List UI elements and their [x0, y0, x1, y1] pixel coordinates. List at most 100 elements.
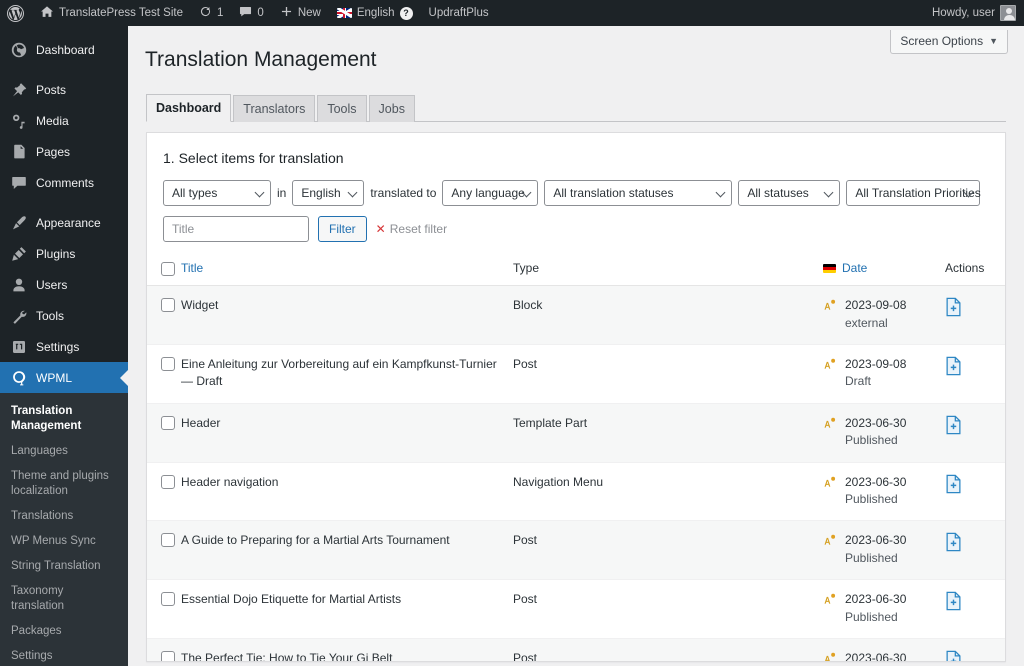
title-search-input[interactable]: Title	[163, 216, 309, 243]
updates-menu[interactable]: 1	[191, 0, 231, 26]
submenu-item-settings[interactable]: Settings	[0, 644, 128, 666]
status-select[interactable]: All statuses	[738, 180, 841, 207]
table-header: Title Type Date Actions	[147, 254, 1005, 287]
row-status: Published	[845, 609, 898, 624]
row-type: Post	[513, 638, 823, 662]
help-icon[interactable]: ?	[399, 6, 413, 20]
sidebar-item-wpml[interactable]: WPML	[0, 362, 128, 393]
submenu-item-theme-plugins-localization[interactable]: Theme and plugins localization	[0, 464, 128, 504]
sidebar-item-pages[interactable]: Pages	[0, 136, 128, 167]
sidebar-item-media[interactable]: Media	[0, 105, 128, 136]
table-row[interactable]: Header navigation Navigation Menu 2023-0…	[147, 462, 1005, 522]
add-translation-icon[interactable]	[945, 474, 962, 494]
tab-translators[interactable]: Translators	[233, 94, 316, 123]
row-date: 2023-06-30	[845, 415, 907, 430]
submenu-item-string-translation[interactable]: String Translation	[0, 554, 128, 579]
sidebar-item-label: Posts	[36, 82, 67, 97]
table-row[interactable]: Header Template Part 2023-06-30 Published	[147, 403, 1005, 463]
source-language-select[interactable]: English	[292, 180, 365, 207]
row-type: Post	[513, 520, 823, 581]
needs-translation-icon	[823, 475, 838, 490]
screen-options-button[interactable]: Screen Options ▼	[890, 30, 1008, 54]
add-translation-icon[interactable]	[945, 591, 962, 611]
submenu-item-translation-management[interactable]: Translation Management	[0, 399, 128, 439]
row-date-cell: 2023-06-30 Published	[823, 462, 945, 522]
plugins-icon	[10, 245, 27, 262]
sidebar-item-posts[interactable]: Posts	[0, 74, 128, 105]
row-checkbox[interactable]	[161, 533, 175, 548]
sidebar-item-tools[interactable]: Tools	[0, 300, 128, 331]
row-date: 2023-06-30	[845, 533, 907, 548]
tab-dashboard[interactable]: Dashboard	[146, 93, 232, 123]
admin-sidebar: Dashboard Posts Media Pages Comments App…	[0, 26, 128, 666]
howdy-label: Howdy, user	[931, 7, 995, 19]
row-checkbox[interactable]	[161, 474, 175, 489]
table-row[interactable]: The Perfect Tie: How to Tie Your Gi Belt…	[147, 638, 1005, 662]
date-header[interactable]: Date	[823, 254, 945, 287]
site-name-menu[interactable]: TranslatePress Test Site	[32, 0, 191, 26]
sidebar-item-label: Plugins	[36, 246, 76, 261]
priority-select[interactable]: All Translation Priorities	[846, 180, 981, 207]
table-body: Widget Block 2023-09-08 external Eine An…	[147, 285, 1005, 662]
type-select[interactable]: All types	[163, 180, 271, 207]
sidebar-item-comments[interactable]: Comments	[0, 167, 128, 198]
tab-tools[interactable]: Tools	[317, 94, 367, 123]
language-switcher-menu[interactable]: English ?	[329, 0, 421, 26]
table-row[interactable]: A Guide to Preparing for a Martial Arts …	[147, 520, 1005, 581]
row-checkbox[interactable]	[161, 415, 175, 430]
pages-icon	[10, 143, 27, 160]
row-date-cell: 2023-06-30 Published	[823, 579, 945, 639]
row-actions	[945, 285, 1005, 346]
site-name-label: TranslatePress Test Site	[59, 7, 183, 19]
sidebar-item-label: Appearance	[36, 215, 101, 230]
table-row[interactable]: Essential Dojo Etiquette for Martial Art…	[147, 579, 1005, 639]
sidebar-menu: Dashboard Posts Media Pages Comments App…	[0, 26, 128, 393]
updraftplus-menu[interactable]: UpdraftPlus	[421, 0, 497, 26]
needs-translation-icon	[823, 592, 838, 607]
submenu-item-translations[interactable]: Translations	[0, 504, 128, 529]
submenu-item-taxonomy-translation[interactable]: Taxonomy translation	[0, 579, 128, 619]
new-content-label: New	[297, 7, 321, 19]
sidebar-item-plugins[interactable]: Plugins	[0, 238, 128, 269]
sidebar-item-users[interactable]: Users	[0, 269, 128, 300]
add-translation-icon[interactable]	[945, 532, 962, 552]
filter-button[interactable]: Filter	[318, 216, 367, 243]
translation-status-select[interactable]: All translation statuses	[544, 180, 733, 207]
sidebar-item-dashboard[interactable]: Dashboard	[0, 34, 128, 65]
table-row[interactable]: Eine Anleitung zur Vorbereitung auf ein …	[147, 344, 1005, 404]
sidebar-item-settings[interactable]: Settings	[0, 331, 128, 362]
select-all-checkbox[interactable]	[161, 262, 175, 277]
comments-menu[interactable]: 0	[231, 0, 271, 26]
comments-icon	[10, 174, 27, 191]
tab-jobs[interactable]: Jobs	[368, 94, 415, 123]
sidebar-item-label: Pages	[36, 144, 71, 159]
add-translation-icon[interactable]	[945, 356, 962, 376]
sidebar-item-appearance[interactable]: Appearance	[0, 207, 128, 238]
reset-filter-link[interactable]: ✕ Reset filter	[376, 222, 447, 236]
row-date-cell: 2023-09-08 Draft	[823, 344, 945, 404]
submenu-item-packages[interactable]: Packages	[0, 619, 128, 644]
title-header[interactable]: Title	[181, 254, 513, 287]
submenu-item-languages[interactable]: Languages	[0, 439, 128, 464]
row-checkbox[interactable]	[161, 298, 175, 313]
row-title: The Perfect Tie: How to Tie Your Gi Belt	[181, 638, 513, 662]
main-content: Screen Options ▼ Translation Management …	[128, 26, 1024, 666]
wp-logo-menu[interactable]	[0, 0, 32, 26]
needs-translation-icon	[823, 533, 838, 548]
row-checkbox[interactable]	[161, 357, 175, 372]
row-checkbox[interactable]	[161, 650, 175, 662]
target-language-select[interactable]: Any language	[442, 180, 539, 207]
add-translation-icon[interactable]	[945, 297, 962, 317]
row-date-cell: 2023-09-08 external	[823, 285, 945, 346]
row-checkbox[interactable]	[161, 592, 175, 607]
row-select-cell	[147, 520, 181, 581]
submenu-item-wp-menus-sync[interactable]: WP Menus Sync	[0, 529, 128, 554]
my-account-menu[interactable]: Howdy, user	[924, 0, 1024, 26]
new-content-menu[interactable]: New	[272, 0, 329, 26]
add-translation-icon[interactable]	[945, 650, 962, 662]
table-row[interactable]: Widget Block 2023-09-08 external	[147, 285, 1005, 346]
actions-header: Actions	[945, 254, 1005, 287]
add-translation-icon[interactable]	[945, 415, 962, 435]
comments-count: 0	[257, 7, 264, 19]
media-icon	[10, 112, 27, 129]
